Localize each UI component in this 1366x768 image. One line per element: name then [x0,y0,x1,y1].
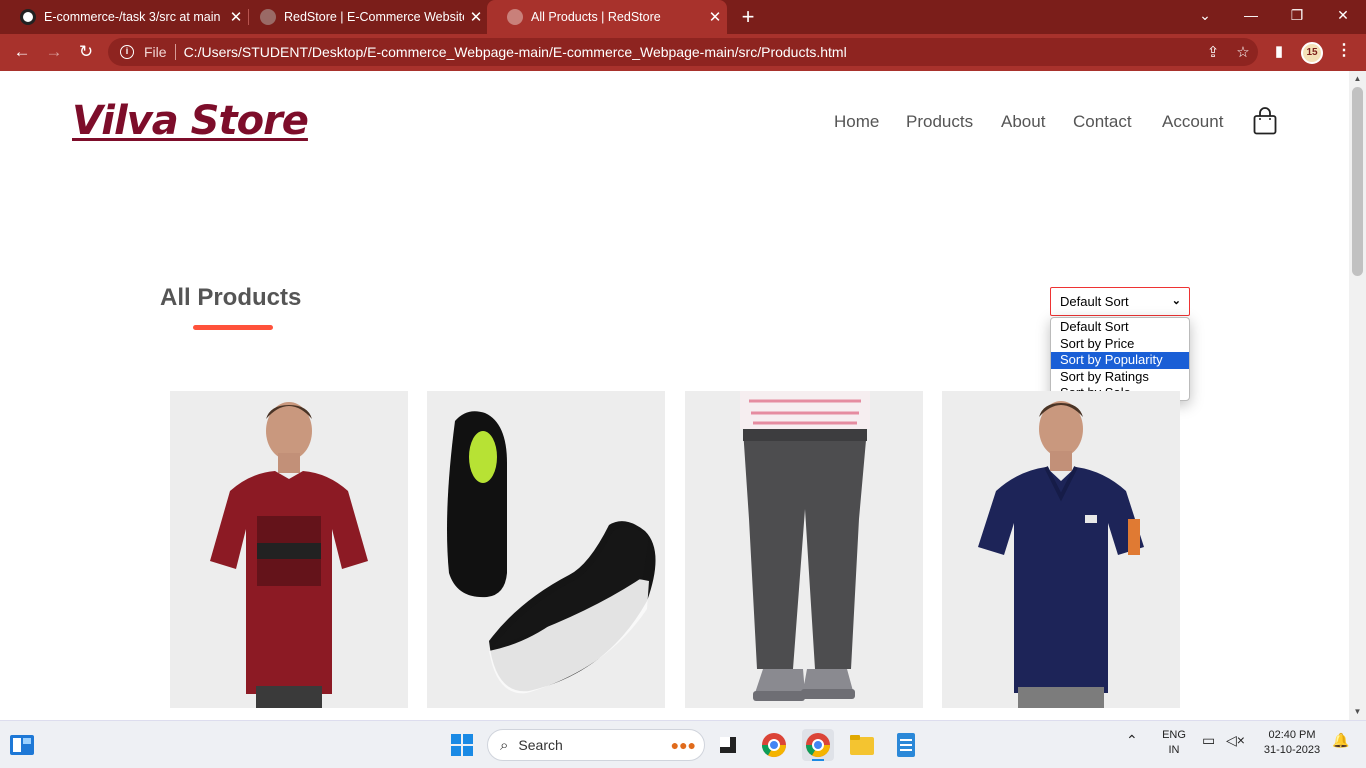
clock-date: 31-10-2023 [1263,744,1321,756]
product-card[interactable] [685,391,923,708]
globe-icon [507,9,523,25]
forward-button[interactable]: → [40,38,68,66]
terminal-icon[interactable] [712,729,744,761]
close-icon[interactable]: ✕ [464,8,488,26]
restore-button[interactable]: ❐ [1274,0,1320,30]
nav-account[interactable]: Account [1162,112,1223,132]
github-icon [20,9,36,25]
scroll-up-arrow[interactable]: ▲ [1349,71,1366,87]
scheme-label: File [144,44,167,60]
region-code: IN [1168,744,1180,756]
browser-chrome: E-commerce-/task 3/src at main ✕ RedStor… [0,0,1366,71]
product-card[interactable] [942,391,1180,708]
chrome-icon[interactable] [758,729,790,761]
chrome-profile-icon[interactable] [802,729,834,761]
widgets-icon[interactable] [6,729,38,761]
sort-select[interactable]: Default Sort ⌄ [1050,287,1190,316]
file-explorer-icon[interactable] [846,729,878,761]
product-image-navy-polo[interactable] [942,391,1180,708]
nav-products[interactable]: Products [906,112,973,132]
shopping-bag-icon[interactable] [1253,107,1277,135]
divider [174,44,176,60]
tab-github[interactable]: E-commerce-/task 3/src at main ✕ [0,0,248,34]
tab-search-button[interactable]: ⌄ [1182,0,1228,30]
nav-about[interactable]: About [1001,112,1045,132]
sort-option-ratings[interactable]: Sort by Ratings [1051,369,1189,386]
bookmark-star-icon[interactable]: ☆ [1228,43,1258,61]
sort-option-default[interactable]: Default Sort [1051,319,1189,336]
page-title: All Products [160,284,302,311]
halloween-decoration-icon: ●●● [670,737,696,753]
page-content: Vilva Store Home Products About Contact … [0,71,1349,720]
notepad-icon[interactable] [890,729,922,761]
browser-toolbar: ← → ↻ i File C:/Users/STUDENT/Desktop/E-… [0,34,1366,71]
taskbar: ⌕ Search ●●● ⌃ ENG IN ▭ ◁× 02:40 PM 31-1… [0,720,1366,768]
profile-avatar[interactable]: 15 [1301,42,1323,64]
product-card[interactable] [427,391,665,708]
address-bar[interactable]: i File C:/Users/STUDENT/Desktop/E-commer… [108,38,1258,66]
tab-redstore[interactable]: RedStore | E-Commerce Website ✕ [240,0,488,34]
sort-option-popularity[interactable]: Sort by Popularity [1051,352,1189,369]
new-tab-button[interactable]: + [736,2,760,32]
taskbar-search[interactable]: ⌕ Search ●●● [487,729,705,761]
tab-title: E-commerce-/task 3/src at main [44,10,221,24]
info-icon[interactable]: i [120,45,134,59]
language-code: ENG [1162,729,1186,741]
product-image-black-sneakers[interactable] [427,391,665,708]
notification-icon[interactable]: 🔔 [1332,733,1349,748]
menu-icon[interactable]: ⋮ [1334,40,1354,60]
tab-strip: E-commerce-/task 3/src at main ✕ RedStor… [0,0,1366,34]
back-button[interactable]: ← [8,38,36,66]
close-icon[interactable]: ✕ [703,8,727,26]
url-text[interactable]: C:/Users/STUDENT/Desktop/E-commerce_Webp… [184,44,1198,60]
chevron-up-icon[interactable]: ⌃ [1126,733,1138,748]
chevron-down-icon: ⌄ [1171,295,1181,307]
tab-title: RedStore | E-Commerce Website [284,10,464,24]
site-logo[interactable]: Vilva Store [72,98,309,144]
product-card[interactable] [170,391,408,708]
nav-home[interactable]: Home [834,112,879,132]
tab-title: All Products | RedStore [531,10,661,24]
language-indicator[interactable]: ENG IN [1158,728,1190,758]
side-panel-icon[interactable]: ▮ [1268,42,1290,60]
search-placeholder: Search [518,737,563,753]
sort-dropdown: Default Sort Sort by Price Sort by Popul… [1050,317,1190,401]
search-icon: ⌕ [500,736,509,754]
sort-selected-value: Default Sort [1060,294,1129,309]
product-image-grey-joggers[interactable] [685,391,923,708]
globe-icon [260,9,276,25]
clock[interactable]: 02:40 PM 31-10-2023 [1256,728,1328,758]
clock-time: 02:40 PM [1268,729,1316,741]
sort-option-price[interactable]: Sort by Price [1051,336,1189,353]
tab-all-products[interactable]: All Products | RedStore ✕ [487,0,727,34]
close-window-button[interactable]: ✕ [1320,0,1366,30]
volume-muted-icon[interactable]: ◁× [1226,733,1245,748]
scroll-down-arrow[interactable]: ▼ [1349,704,1366,720]
network-icon[interactable]: ▭ [1202,733,1215,748]
reload-button[interactable]: ↻ [72,38,100,66]
scrollbar-thumb[interactable] [1352,87,1363,276]
nav-contact[interactable]: Contact [1073,112,1132,132]
page-scrollbar[interactable]: ▲ ▼ [1349,71,1366,720]
product-image-maroon-tshirt[interactable] [170,391,408,708]
minimize-button[interactable]: — [1228,0,1274,30]
title-underline [193,325,273,330]
windows-start-icon[interactable] [446,729,478,761]
share-icon[interactable]: ⇪ [1198,43,1228,61]
